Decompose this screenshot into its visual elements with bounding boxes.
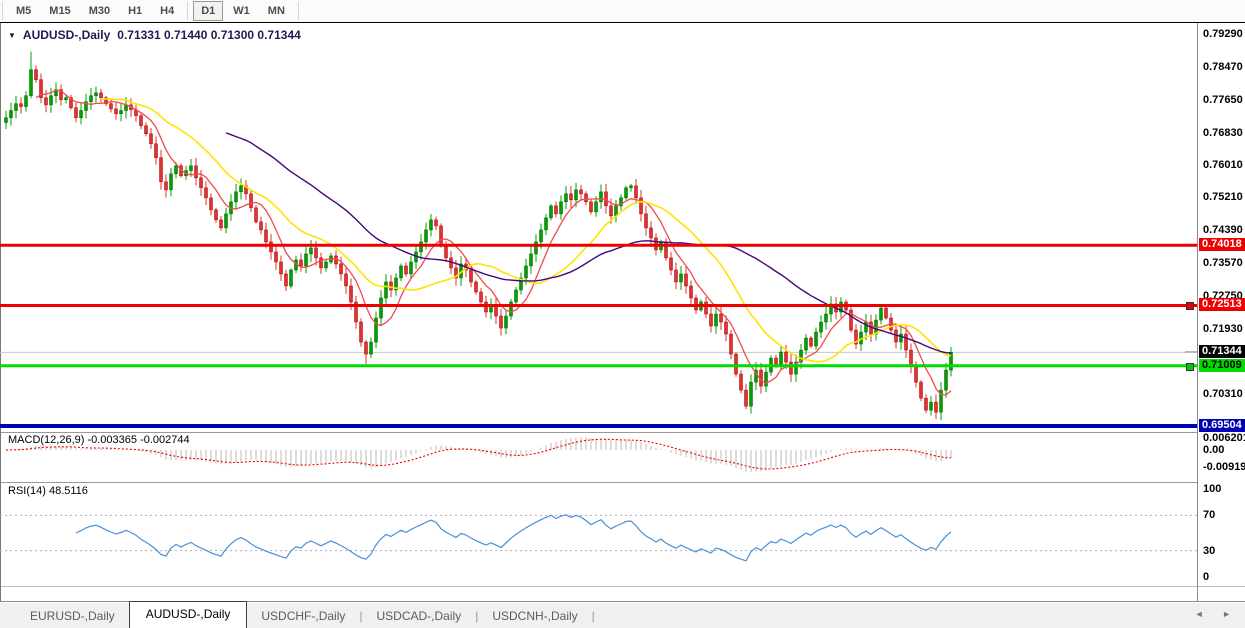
- price-level-badge: 0.72513: [1199, 298, 1245, 311]
- line-handle-dash: [1185, 244, 1197, 246]
- rsi-axis-tick: 70: [1203, 509, 1215, 521]
- chart-symbol-label: AUDUSD-,Daily: [23, 28, 110, 42]
- price-level-badge: 0.71344: [1199, 345, 1245, 358]
- line-handle-dash: [1185, 425, 1197, 427]
- chart-title: ▼ AUDUSD-,Daily 0.71331 0.71440 0.71300 …: [8, 28, 301, 42]
- macd-axis-tick: 0.0062013: [1203, 432, 1245, 444]
- rsi-axis-tick: 0: [1203, 571, 1209, 583]
- timeframe-button-h1[interactable]: H1: [120, 1, 150, 21]
- line-handle-dash: [1185, 351, 1197, 353]
- toolbar-divider: [2, 2, 3, 20]
- rsi-indicator-label: RSI(14) 48.5116: [8, 485, 88, 497]
- line-drag-handle[interactable]: [1186, 302, 1194, 310]
- macd-axis-tick: -0.0091973: [1203, 461, 1245, 473]
- mt4-window: M5M15M30H1H4 D1W1MN ▼ AUDUSD-,Daily 0.713…: [0, 0, 1245, 628]
- price-axis-tick: 0.76830: [1203, 127, 1243, 139]
- timeframe-toolbar: M5M15M30H1H4 D1W1MN: [0, 0, 1245, 23]
- toolbar-divider: [298, 2, 299, 20]
- timeframe-button-m5[interactable]: M5: [8, 1, 39, 21]
- chart-tab-audusd[interactable]: AUDUSD-,Daily: [129, 601, 248, 628]
- rsi-axis-tick: 30: [1203, 545, 1215, 557]
- chart-tab-eurusd[interactable]: EURUSD-,Daily: [16, 605, 129, 627]
- timeframe-button-m30[interactable]: M30: [81, 1, 118, 21]
- chart-tab-usdchf[interactable]: USDCHF-,Daily: [247, 605, 359, 627]
- chart-tab-usdcad[interactable]: USDCAD-,Daily: [363, 605, 476, 627]
- price-axis-tick: 0.73570: [1203, 257, 1243, 269]
- rsi-axis-tick: 100: [1203, 483, 1221, 495]
- chart-canvas[interactable]: [0, 23, 1245, 602]
- chart-tab-usdcnh[interactable]: USDCNH-,Daily: [478, 605, 591, 627]
- chart-tab-bar: EURUSD-,DailyAUDUSD-,DailyUSDCHF-,Daily |…: [0, 601, 1245, 628]
- price-axis-tick: 0.77650: [1203, 94, 1243, 106]
- timeframe-button-w1[interactable]: W1: [225, 1, 258, 21]
- price-axis-tick: 0.78470: [1203, 61, 1243, 73]
- chart-ohlc-values: 0.71331 0.71440 0.71300 0.71344: [117, 28, 301, 42]
- price-level-badge: 0.69504: [1199, 419, 1245, 432]
- toolbar-divider: [187, 2, 188, 20]
- price-axis-tick: 0.74390: [1203, 224, 1243, 236]
- chart-dropdown-icon[interactable]: ▼: [8, 31, 16, 40]
- timeframe-button-m15[interactable]: M15: [41, 1, 78, 21]
- macd-indicator-label: MACD(12,26,9) -0.003365 -0.002744: [8, 434, 190, 446]
- timeframe-button-mn[interactable]: MN: [260, 1, 293, 21]
- price-level-badge: 0.74018: [1199, 238, 1245, 251]
- macd-axis-tick: 0.00: [1203, 444, 1224, 456]
- tab-divider: |: [592, 609, 595, 623]
- chart-window: ▼ AUDUSD-,Daily 0.71331 0.71440 0.71300 …: [0, 22, 1245, 601]
- price-axis-tick: 0.70310: [1203, 388, 1243, 400]
- price-axis-tick: 0.76010: [1203, 159, 1243, 171]
- timeframe-button-h4[interactable]: H4: [152, 1, 182, 21]
- price-axis-tick: 0.71930: [1203, 323, 1243, 335]
- price-level-badge: 0.71009: [1199, 359, 1245, 372]
- timeframe-button-d1[interactable]: D1: [193, 1, 223, 21]
- price-axis-tick: 0.75210: [1203, 191, 1243, 203]
- tab-scroll-arrows[interactable]: ◄ ►: [1195, 609, 1239, 619]
- line-drag-handle[interactable]: [1186, 363, 1194, 371]
- price-axis-tick: 0.79290: [1203, 28, 1243, 40]
